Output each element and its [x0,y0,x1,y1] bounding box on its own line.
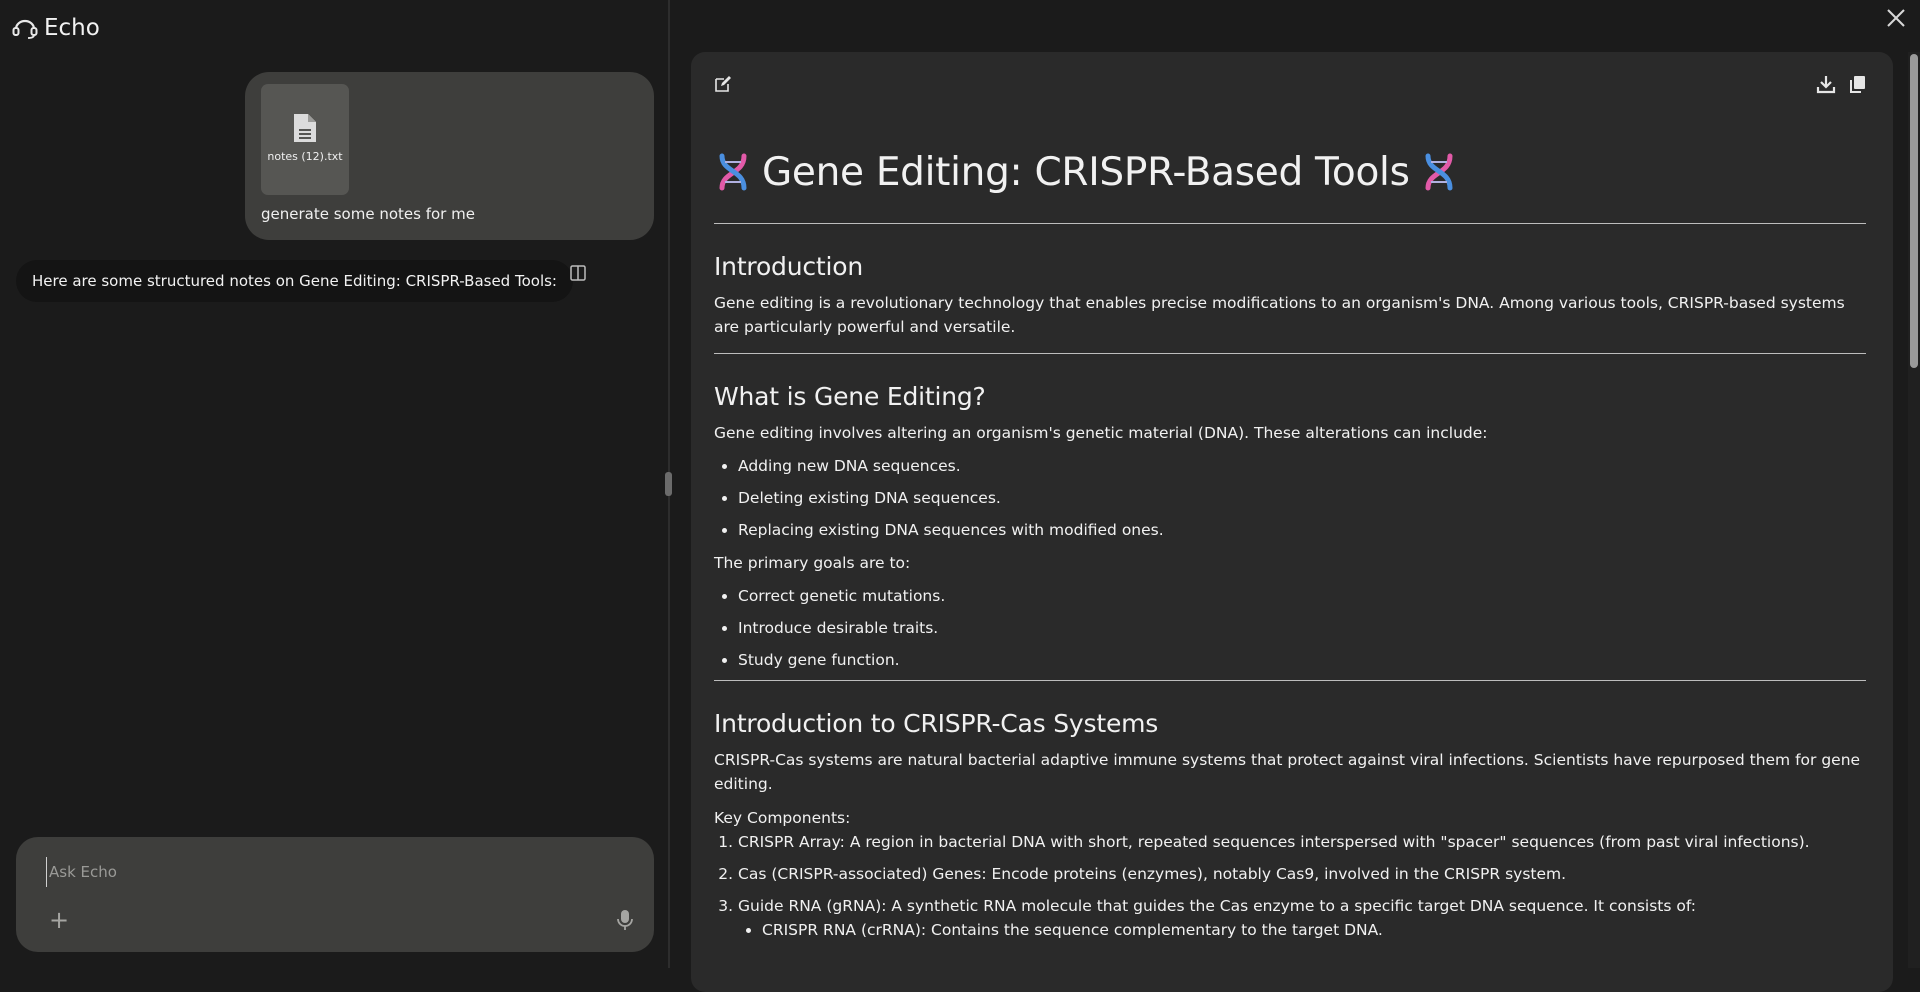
list-item-text: Guide RNA (gRNA): A synthetic RNA molecu… [738,897,1696,915]
list-item: Introduce desirable traits. [738,616,1866,640]
user-message-text: generate some notes for me [261,205,475,223]
document-panel: Gene Editing: CRISPR-Based Tools Introdu… [691,52,1893,992]
file-attachment[interactable]: notes (12).txt [261,84,349,195]
add-attachment-button[interactable]: + [46,907,72,933]
document-content: Gene Editing: CRISPR-Based Tools Introdu… [714,144,1866,950]
alterations-list: Adding new DNA sequences. Deleting exist… [714,454,1866,542]
user-message-bubble: notes (12).txt generate some notes for m… [245,72,654,240]
assistant-message: Here are some structured notes on Gene E… [16,260,573,302]
headset-logo-icon [12,19,38,39]
list-item: Replacing existing DNA sequences with mo… [738,518,1866,542]
divider-rule [714,223,1866,224]
resize-handle[interactable] [665,472,672,496]
goals-intro: The primary goals are to: [714,554,911,572]
list-item: Guide RNA (gRNA): A synthetic RNA molecu… [738,894,1866,942]
goals-list: Correct genetic mutations. Introduce des… [714,584,1866,672]
sub-list: CRISPR RNA (crRNA): Contains the sequenc… [738,918,1866,942]
scrollbar-thumb[interactable] [1910,54,1918,368]
file-text-icon [294,114,316,142]
file-name: notes (12).txt [267,150,343,163]
microphone-icon[interactable] [612,907,638,933]
crispr-paragraph: CRISPR-Cas systems are natural bacterial… [714,751,1861,793]
section-heading-what-is-gene-editing: What is Gene Editing? [714,382,986,411]
dna-icon [1425,153,1453,191]
document-title-text: Gene Editing: CRISPR-Based Tools [762,149,1410,195]
close-icon[interactable] [1882,4,1910,32]
divider-rule [714,353,1866,354]
introduction-paragraph: Gene editing is a revolutionary technolo… [714,294,1845,336]
list-item: Cas (CRISPR-associated) Genes: Encode pr… [738,862,1866,886]
what-paragraph: Gene editing involves altering an organi… [714,424,1488,442]
list-item: Study gene function. [738,648,1866,672]
edit-icon[interactable] [713,74,733,94]
dna-icon [719,153,747,191]
section-heading-introduction: Introduction [714,252,863,281]
document-title: Gene Editing: CRISPR-Based Tools [714,144,1866,200]
copy-icon[interactable] [1848,74,1868,94]
list-item: Adding new DNA sequences. [738,454,1866,478]
panel-toggle-icon[interactable] [569,264,587,282]
list-item: CRISPR RNA (crRNA): Contains the sequenc… [762,918,1866,942]
app-header: Echo [12,12,100,44]
list-item: Deleting existing DNA sequences. [738,486,1866,510]
ask-input[interactable] [46,857,611,887]
composer: + [16,837,654,952]
divider-rule [714,680,1866,681]
key-components-label: Key Components: [714,809,851,827]
list-item: CRISPR Array: A region in bacterial DNA … [738,830,1866,854]
app-title: Echo [44,15,100,41]
section-heading-crispr-cas: Introduction to CRISPR-Cas Systems [714,709,1159,738]
download-icon[interactable] [1816,74,1836,94]
components-list: CRISPR Array: A region in bacterial DNA … [714,830,1866,942]
list-item: Correct genetic mutations. [738,584,1866,608]
assistant-message-text: Here are some structured notes on Gene E… [32,272,557,290]
chat-pane: Echo notes (12).txt generate some notes … [0,0,669,968]
